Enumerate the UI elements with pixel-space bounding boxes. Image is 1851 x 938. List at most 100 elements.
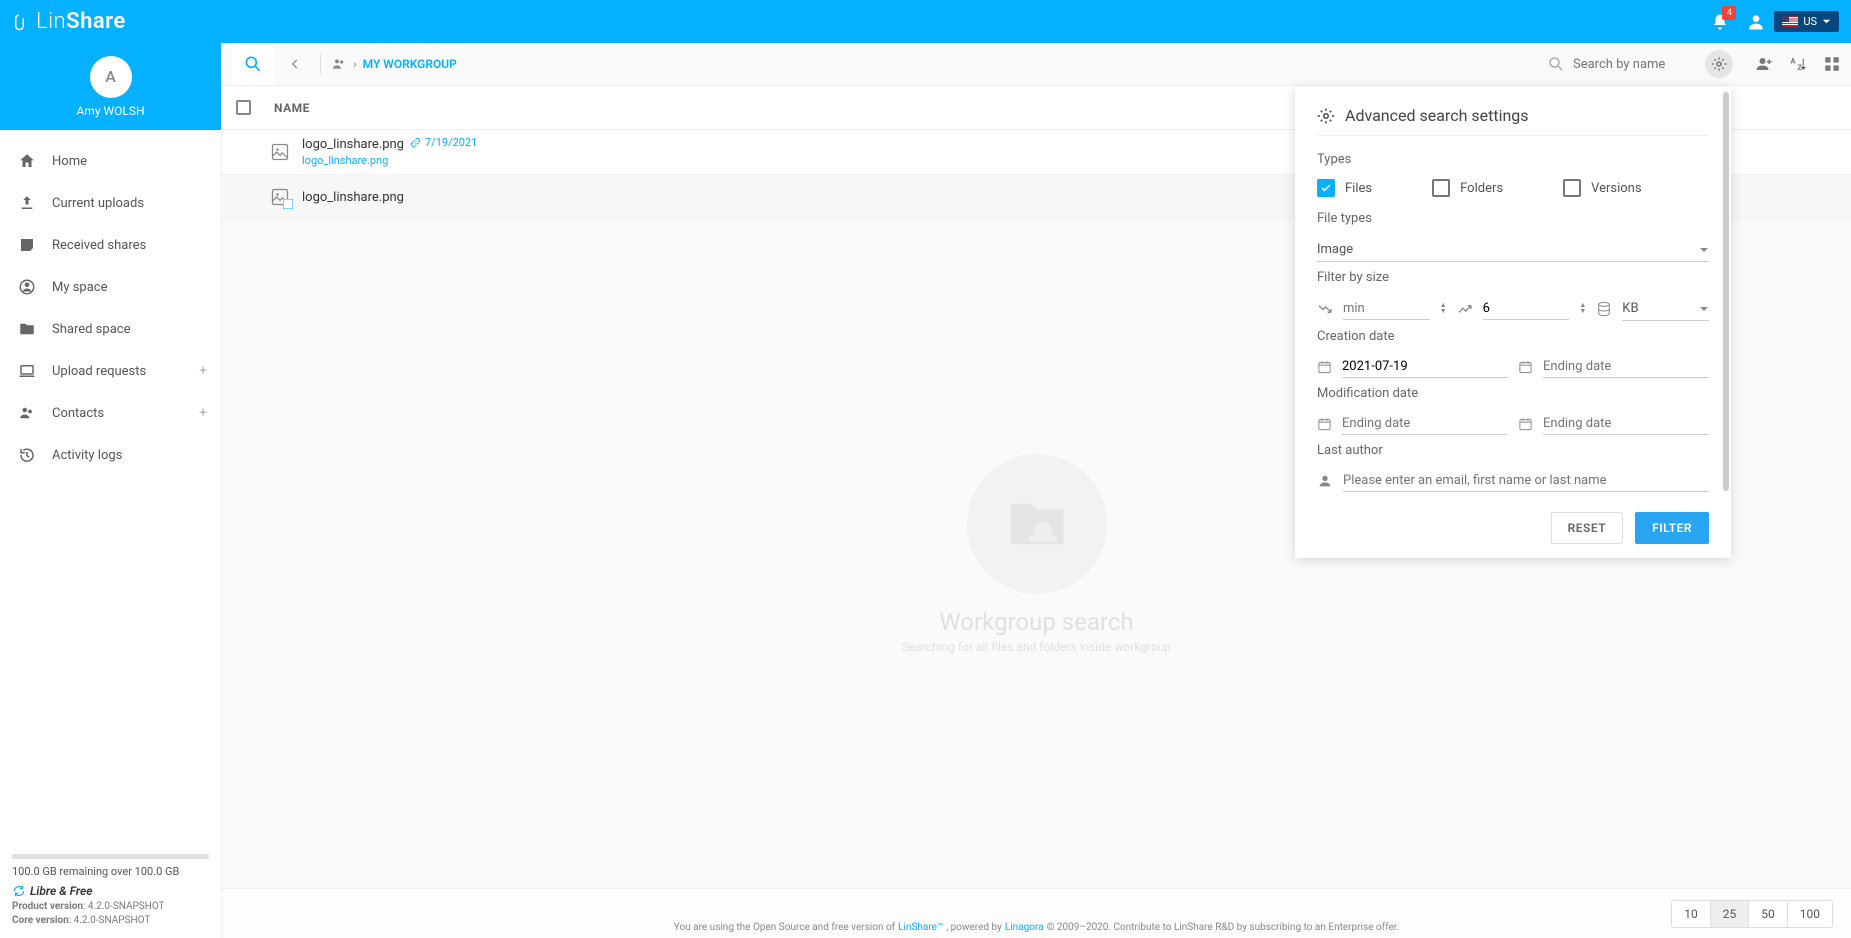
search-button[interactable] [232,43,274,85]
page-size-25[interactable]: 25 [1710,901,1749,927]
advanced-search-toggle[interactable] [1705,50,1733,78]
nav-received-shares[interactable]: Received shares [0,224,221,266]
creation-date-label: Creation date [1317,329,1709,344]
file-types-select[interactable]: Image [1317,238,1709,262]
checkbox-folders[interactable]: Folders [1432,179,1503,197]
select-all-checkbox[interactable] [236,100,254,115]
file-main: logo_linshare.png 7/19/2021 logo_linshar… [302,136,477,169]
last-author-label: Last author [1317,443,1709,458]
file-name: logo_linshare.png [302,137,404,154]
calendar-icon [1518,416,1533,432]
database-icon [1596,301,1612,317]
modification-to-input[interactable] [1543,413,1709,435]
nav-my-space[interactable]: My space [0,266,221,308]
filter-size-label: Filter by size [1317,270,1709,285]
back-button[interactable] [280,57,310,71]
creation-from-input[interactable] [1342,356,1508,378]
add-contact-icon[interactable]: + [199,405,207,421]
top-bar: LinShare 4 US [0,0,1851,43]
chevron-down-icon [1699,304,1709,314]
search-field[interactable] [1547,55,1693,73]
creation-to-input[interactable] [1543,356,1709,378]
checkbox-versions[interactable]: Versions [1563,179,1641,197]
advanced-search-panel: Advanced search settings Types Files Fol… [1295,86,1731,558]
grid-view-icon[interactable] [1823,55,1841,73]
chevron-down-icon [1822,17,1831,26]
user-icon [1317,473,1333,489]
page-size-50[interactable]: 50 [1748,901,1787,927]
types-label: Types [1317,152,1709,167]
separator [320,54,321,74]
notifications-button[interactable]: 4 [1702,4,1738,40]
file-name: logo_linshare.png [302,190,404,205]
advanced-header: Advanced search settings [1317,106,1709,136]
advanced-title: Advanced search settings [1345,106,1529,125]
svg-text:A: A [1791,56,1797,65]
file-shared-indicator: 7/19/2021 [410,136,477,150]
breadcrumb-workgroup[interactable]: MY WORKGROUP [363,57,457,71]
add-member-icon[interactable] [1755,55,1773,73]
stepper-icon[interactable]: ▲▼ [1579,303,1586,314]
calendar-icon [1317,416,1332,432]
nav-list: Home Current uploads Received shares My … [0,130,221,844]
nav-upload-requests[interactable]: Upload requests + [0,350,221,392]
filter-button[interactable]: FILTER [1635,512,1709,544]
size-unit-select[interactable]: KB [1622,297,1709,321]
nav-shared-space[interactable]: Shared space [0,308,221,350]
language-selector[interactable]: US [1774,11,1839,32]
folder-shared-icon [18,320,36,338]
chevron-down-icon [1699,245,1709,255]
notification-badge: 4 [1722,6,1736,20]
quota-bar [12,854,209,859]
contacts-icon [18,404,36,422]
nav-activity-logs[interactable]: Activity logs [0,434,221,476]
checkbox-icon [1563,179,1581,197]
panel-scrollbar[interactable] [1723,92,1729,536]
checkbox-icon [1432,179,1450,197]
paperclip-icon [12,12,30,32]
checkbox-files[interactable]: Files [1317,179,1372,197]
modification-from-input[interactable] [1342,413,1508,435]
version-badge-icon [283,199,293,209]
avatar[interactable]: A [90,56,132,98]
add-upload-request-icon[interactable]: + [199,363,207,379]
brand-logo[interactable]: LinShare [0,9,126,34]
nav-current-uploads[interactable]: Current uploads [0,182,221,224]
main-content: › MY WORKGROUP AZ NAME [222,43,1851,938]
page-size-100[interactable]: 100 [1787,901,1832,927]
reset-button[interactable]: RESET [1551,512,1623,544]
calendar-icon [1518,359,1533,375]
empty-title: Workgroup search [939,608,1133,636]
profile-name: Amy WOLSH [76,104,144,118]
sort-az-icon[interactable]: AZ [1789,55,1807,73]
nav-home[interactable]: Home [0,140,221,182]
empty-subtitle: Searching for all files and folders insi… [902,640,1171,654]
language-label: US [1803,15,1817,28]
sidebar: A Amy WOLSH Home Current uploads Receive… [0,43,222,938]
user-icon [1746,12,1766,32]
quota-text: 100.0 GB remaining over 100.0 GB [12,865,209,878]
home-icon [18,152,36,170]
last-author-input[interactable] [1343,470,1709,492]
modification-date-label: Modification date [1317,386,1709,401]
profile-menu-button[interactable] [1738,4,1774,40]
file-types-label: File types [1317,211,1709,226]
size-min-input[interactable] [1343,298,1430,320]
nav-contacts[interactable]: Contacts + [0,392,221,434]
libre-free: Libre & Free [12,884,209,898]
history-icon [18,446,36,464]
search-input[interactable] [1573,57,1693,72]
link-icon [410,137,421,148]
chevron-left-icon [288,57,302,71]
page-size-10[interactable]: 10 [1672,901,1710,927]
toolbar-right-icons: AZ [1755,55,1841,73]
column-name[interactable]: NAME [274,101,310,115]
gear-icon [1317,107,1335,125]
calendar-icon [1317,359,1332,375]
product-version: Product version: 4.2.0-SNAPSHOT [12,900,209,914]
stepper-icon[interactable]: ▲▼ [1440,303,1447,314]
trend-up-icon [1457,301,1473,317]
gear-icon [1711,56,1727,72]
inbox-icon [18,236,36,254]
size-max-input[interactable] [1483,298,1570,320]
